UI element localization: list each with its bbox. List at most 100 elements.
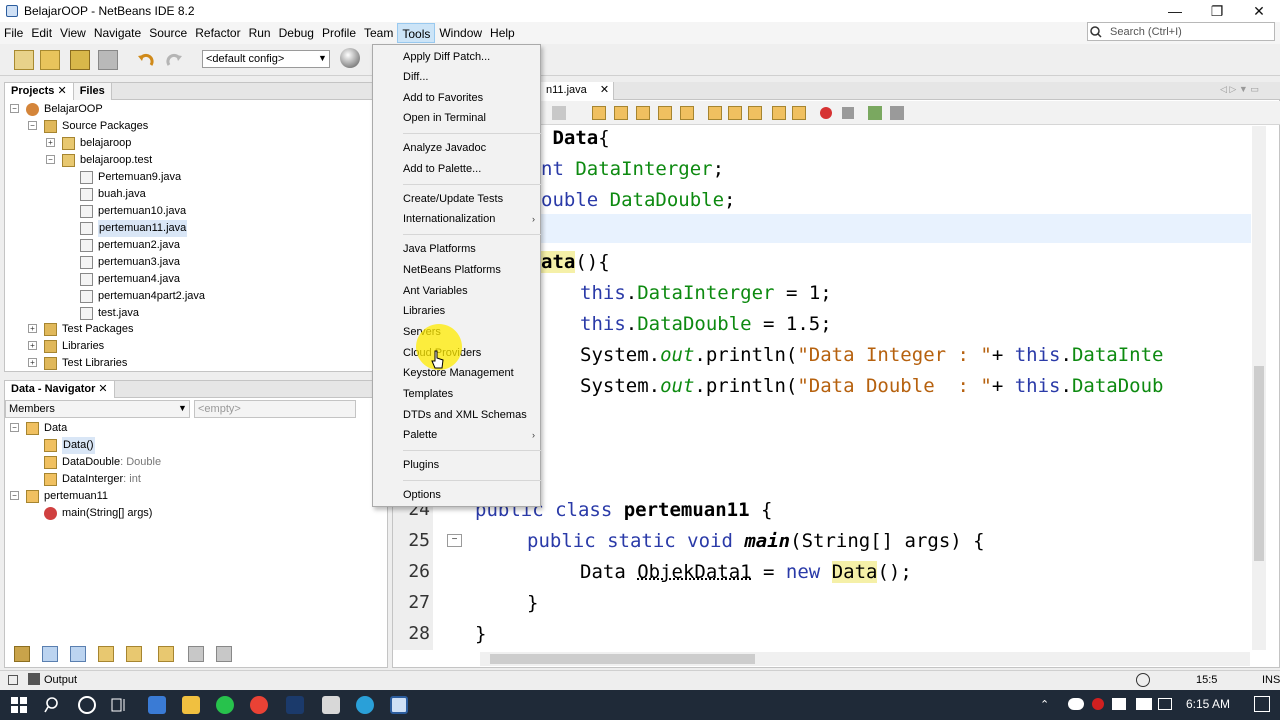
tab-projects[interactable]: Projects ✕ xyxy=(5,83,74,100)
tree-node-file[interactable]: test.java xyxy=(80,305,139,322)
record-icon[interactable] xyxy=(1092,698,1104,710)
menu-window[interactable]: Window xyxy=(435,23,486,43)
notification-center-icon[interactable] xyxy=(1254,696,1270,712)
save-all-icon[interactable] xyxy=(98,50,118,70)
menu-item-diff[interactable]: Diff... xyxy=(403,67,428,87)
expand-toggle[interactable]: + xyxy=(28,358,37,367)
nav-method-main[interactable]: main(String[] args) xyxy=(44,505,152,522)
menu-item-dtds-xml-schemas[interactable]: DTDs and XML Schemas xyxy=(403,405,527,425)
sort-icon[interactable] xyxy=(158,646,174,662)
menu-item-analyze-javadoc[interactable]: Analyze Javadoc xyxy=(403,138,486,158)
tree-node-file[interactable]: pertemuan10.java xyxy=(80,203,186,220)
search-input[interactable]: Search (Ctrl+I) xyxy=(1087,22,1275,41)
open-project-icon[interactable] xyxy=(70,50,90,70)
network-icon[interactable] xyxy=(1112,698,1126,710)
fields-filter-icon[interactable] xyxy=(14,646,30,662)
tree-node-file[interactable]: buah.java xyxy=(80,186,146,203)
globe-icon[interactable] xyxy=(340,48,360,68)
scrollbar-thumb[interactable] xyxy=(1254,366,1264,561)
menu-item-plugins[interactable]: Plugins xyxy=(403,455,439,475)
menu-help[interactable]: Help xyxy=(486,23,519,43)
new-file-icon[interactable] xyxy=(14,50,34,70)
tree-node-package[interactable]: belajaroop.test xyxy=(62,152,152,169)
notifications-icon[interactable] xyxy=(1136,673,1150,687)
tab-files[interactable]: Files xyxy=(73,83,112,100)
task-view-icon[interactable] xyxy=(110,696,128,714)
edge-icon[interactable] xyxy=(356,696,374,714)
menu-debug[interactable]: Debug xyxy=(275,23,318,43)
menu-refactor[interactable]: Refactor xyxy=(191,23,244,43)
vertical-scrollbar[interactable] xyxy=(1252,126,1266,650)
menu-item-internationalization[interactable]: Internationalization › xyxy=(403,209,539,229)
fold-toggle[interactable]: − xyxy=(447,534,462,547)
shift-left-icon[interactable] xyxy=(772,106,786,120)
keyboard-icon[interactable] xyxy=(1158,698,1172,710)
tree-node-file[interactable]: Pertemuan9.java xyxy=(80,169,181,186)
clock[interactable]: 6:15 AM xyxy=(1186,697,1230,711)
tree-node-file[interactable]: pertemuan3.java xyxy=(80,254,180,271)
scrollbar-thumb[interactable] xyxy=(490,654,755,664)
tree-node-package[interactable]: belajaroop xyxy=(62,135,131,152)
redo-icon[interactable] xyxy=(164,50,184,70)
expand-toggle[interactable]: + xyxy=(28,341,37,350)
scroll-tabs-icon[interactable]: ◁ ▷ ▼ ▭ xyxy=(1220,84,1259,95)
nav-field[interactable]: DataInterger : int xyxy=(44,471,141,488)
shift-right-icon[interactable] xyxy=(792,106,806,120)
nav-class-pertemuan11[interactable]: pertemuan11 xyxy=(26,488,108,505)
menu-view[interactable]: View xyxy=(56,23,90,43)
menu-item-keystore-management[interactable]: Keystore Management xyxy=(403,363,514,383)
menu-item-apply-diff-patch[interactable]: Apply Diff Patch... xyxy=(403,47,490,67)
menu-edit[interactable]: Edit xyxy=(27,23,56,43)
collapse-toggle[interactable]: − xyxy=(10,491,19,500)
search-icon[interactable] xyxy=(44,696,62,714)
sort-name-icon[interactable] xyxy=(188,646,204,662)
editor-tab-pertemuan11[interactable]: n11.java ✕ xyxy=(540,82,615,100)
tab-navigator[interactable]: Data - Navigator ✕ xyxy=(5,381,115,398)
nav-class-data[interactable]: Data xyxy=(26,420,67,437)
chrome-icon[interactable] xyxy=(250,696,268,714)
find-prev-icon[interactable] xyxy=(614,106,628,120)
collapse-toggle[interactable]: − xyxy=(10,423,19,432)
new-project-icon[interactable] xyxy=(40,50,60,70)
menu-source[interactable]: Source xyxy=(145,23,191,43)
tree-node-file[interactable]: pertemuan4part2.java xyxy=(80,288,205,305)
menu-item-create-update-tests[interactable]: Create/Update Tests xyxy=(403,189,503,209)
menu-item-libraries[interactable]: Libraries xyxy=(403,301,445,321)
close-icon[interactable]: ✕ xyxy=(600,84,609,96)
photoshop-icon[interactable] xyxy=(286,696,304,714)
comment-icon[interactable] xyxy=(868,106,882,120)
filter-select[interactable]: <empty> xyxy=(194,400,356,418)
config-select[interactable]: <default config> xyxy=(202,50,330,68)
file-explorer-icon[interactable] xyxy=(182,696,200,714)
inherited-filter-icon[interactable] xyxy=(70,646,86,662)
toggle-highlight-icon[interactable] xyxy=(658,106,672,120)
expand-toggle[interactable]: + xyxy=(46,138,55,147)
menu-item-palette[interactable]: Palette › xyxy=(403,425,539,445)
nav-field[interactable]: DataDouble : Double xyxy=(44,454,161,471)
find-next-icon[interactable] xyxy=(636,106,650,120)
stop-macro-icon[interactable] xyxy=(842,107,854,119)
menu-run[interactable]: Run xyxy=(245,23,275,43)
cloud-icon[interactable] xyxy=(1068,698,1084,710)
history-icon[interactable] xyxy=(552,106,566,120)
static-filter-icon[interactable] xyxy=(42,646,58,662)
menu-profile[interactable]: Profile xyxy=(318,23,360,43)
minimize-button[interactable]: — xyxy=(1154,0,1196,22)
mail-icon[interactable] xyxy=(148,696,166,714)
collapse-toggle[interactable]: − xyxy=(10,104,19,113)
nav-constructor[interactable]: Data() xyxy=(44,437,95,454)
notepad-icon[interactable] xyxy=(322,696,340,714)
netbeans-taskbar-icon[interactable] xyxy=(390,696,408,714)
menu-item-open-in-terminal[interactable]: Open in Terminal xyxy=(403,108,486,128)
menu-item-options[interactable]: Options xyxy=(403,485,441,505)
whatsapp-icon[interactable] xyxy=(216,696,234,714)
menu-team[interactable]: Team xyxy=(360,23,397,43)
collapse-toggle[interactable]: − xyxy=(46,155,55,164)
lock-icon[interactable] xyxy=(98,646,114,662)
undo-icon[interactable] xyxy=(136,50,156,70)
prev-bookmark-icon[interactable] xyxy=(708,106,722,120)
tree-node-file[interactable]: pertemuan2.java xyxy=(80,237,180,254)
sort-source-icon[interactable] xyxy=(216,646,232,662)
tree-node-file[interactable]: pertemuan11.java xyxy=(80,220,188,237)
toggle-rect-select-icon[interactable] xyxy=(680,106,694,120)
